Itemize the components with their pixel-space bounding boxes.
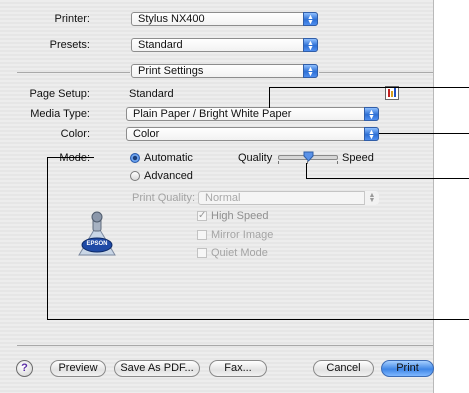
slider-knob[interactable] xyxy=(303,151,314,162)
mode-automatic-radio[interactable] xyxy=(130,153,140,163)
callout-mode-vertical xyxy=(47,157,48,320)
color-popup[interactable]: Color ▲ ▼ xyxy=(126,127,379,141)
mirror-image-label: Mirror Image xyxy=(211,229,274,241)
help-button[interactable]: ? xyxy=(16,360,33,377)
presets-label: Presets: xyxy=(49,39,90,51)
page-setup-value: Standard xyxy=(129,88,174,100)
callout-mode-horizontal-bottom xyxy=(47,319,469,320)
presets-value: Standard xyxy=(138,39,183,51)
print-dialog: Printer: Stylus NX400 ▲ ▼ Presets: Standa… xyxy=(0,0,434,393)
mirror-image-checkbox[interactable] xyxy=(197,230,207,240)
callout-slider-vertical xyxy=(306,163,307,178)
popup-arrows-icon: ▲ ▼ xyxy=(303,38,318,52)
epson-printer-icon: EPSON xyxy=(73,209,121,261)
quiet-mode-label: Quiet Mode xyxy=(211,247,268,259)
media-type-popup[interactable]: Plain Paper / Bright White Paper ▲ ▼ xyxy=(126,107,379,121)
media-type-label: Media Type: xyxy=(30,108,90,120)
callout-color-horizontal xyxy=(379,133,469,134)
preview-button[interactable]: Preview xyxy=(50,360,106,377)
printer-label: Printer: xyxy=(54,13,90,25)
popup-arrows-icon: ▲ ▼ xyxy=(303,64,318,78)
printer-settings-icon[interactable] xyxy=(385,86,399,100)
mode-advanced-radio[interactable] xyxy=(130,171,140,181)
fax-button[interactable]: Fax... xyxy=(209,360,267,377)
mode-advanced-label[interactable]: Advanced xyxy=(144,170,193,182)
panel-separator-left xyxy=(17,72,130,73)
high-speed-checkbox[interactable]: ✓ xyxy=(197,211,207,221)
callout-media-type-vertical xyxy=(269,87,270,108)
print-quality-label: Print Quality: xyxy=(132,192,195,204)
print-button[interactable]: Print xyxy=(381,360,434,377)
presets-popup[interactable]: Standard ▲ ▼ xyxy=(131,38,318,52)
media-type-value: Plain Paper / Bright White Paper xyxy=(133,108,292,120)
popup-arrows-icon: ▲ ▼ xyxy=(364,127,379,141)
panel-popup[interactable]: Print Settings ▲ ▼ xyxy=(131,64,318,78)
slider-tick-left xyxy=(278,161,279,164)
epson-logo-text: EPSON xyxy=(86,241,108,247)
color-label: Color: xyxy=(60,128,90,140)
cancel-button[interactable]: Cancel xyxy=(313,360,374,377)
print-quality-popup[interactable]: Normal ▲ ▼ xyxy=(198,191,379,205)
high-speed-label: High Speed xyxy=(211,210,269,222)
quality-speed-slider[interactable] xyxy=(278,151,338,167)
slider-quality-label: Quality xyxy=(238,152,273,164)
callout-slider-horizontal xyxy=(306,178,469,179)
mode-automatic-label[interactable]: Automatic xyxy=(144,152,193,164)
callout-mode-horizontal-top xyxy=(47,157,94,158)
printer-popup[interactable]: Stylus NX400 ▲ ▼ xyxy=(131,12,318,26)
panel-value: Print Settings xyxy=(138,65,204,77)
popup-arrows-icon: ▲ ▼ xyxy=(364,107,379,121)
popup-arrows-icon: ▲ ▼ xyxy=(364,191,379,205)
color-value: Color xyxy=(133,128,160,140)
popup-arrows-icon: ▲ ▼ xyxy=(303,12,318,26)
quiet-mode-checkbox[interactable] xyxy=(197,248,207,258)
print-quality-value: Normal xyxy=(205,192,241,204)
printer-value: Stylus NX400 xyxy=(138,13,205,25)
page-setup-label: Page Setup: xyxy=(29,88,90,100)
bottom-separator xyxy=(17,345,433,346)
panel-separator-right xyxy=(319,72,433,73)
mode-label: Mode: xyxy=(59,152,90,164)
slider-tick-right xyxy=(337,161,338,164)
slider-speed-label: Speed xyxy=(342,152,374,164)
save-as-pdf-button[interactable]: Save As PDF... xyxy=(114,360,200,377)
callout-media-type-horizontal xyxy=(269,87,469,88)
